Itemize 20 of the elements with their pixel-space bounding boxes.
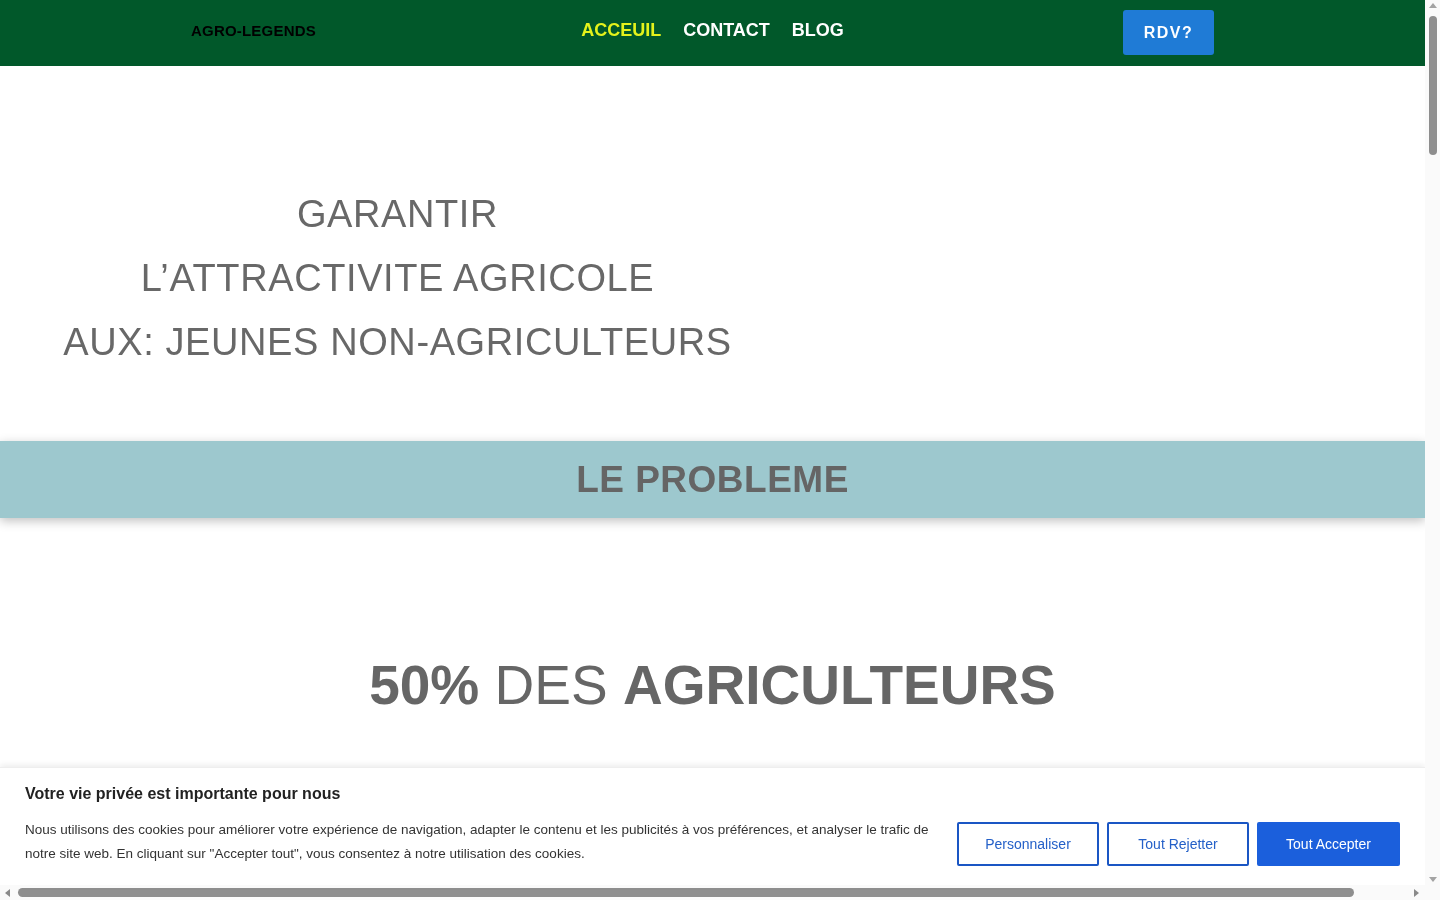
hero-title-line: L’ATTRACTIVITE AGRICOLE [139,256,656,301]
nav-link[interactable]: ACCEUIL [581,19,662,41]
cookie-button[interactable]: Personnaliser [957,822,1099,866]
section-title: LE PROBLEME [576,457,849,502]
scrollbar-thumb[interactable] [1428,16,1437,155]
nav-link[interactable]: CONTACT [683,19,770,41]
appointment-button[interactable]: RDV? [1123,10,1214,55]
cookie-text: Nous utilisons des cookies pour améliorer votre expérience de navigation, adapter le contenu et les publicités à vos préférences, et analyser le trafic de notre site web. En cliquant sur "Accepter tout", vous consentez à notre utilisation des cookies. [25,821,930,863]
arrow-up-icon[interactable] [1428,3,1437,8]
arrow-right-icon[interactable] [1414,888,1419,897]
cookie-button[interactable]: Tout Accepter [1257,822,1400,866]
nav-link[interactable]: BLOG [791,19,844,41]
arrow-down-icon[interactable] [1428,877,1437,882]
arrow-left-icon[interactable] [5,888,10,897]
statistic-headline: 50% DES AGRICULTEURS [368,653,1057,718]
scrollbar-thumb[interactable] [18,888,1354,897]
cookie-button[interactable]: Tout Rejetter [1107,822,1249,866]
hero-title-line: AUX: JEUNES NON-AGRICULTEURS [62,320,733,365]
cookie-title: Votre vie privée est importante pour nous [25,784,342,804]
hero-title-line: GARANTIR [295,192,500,237]
